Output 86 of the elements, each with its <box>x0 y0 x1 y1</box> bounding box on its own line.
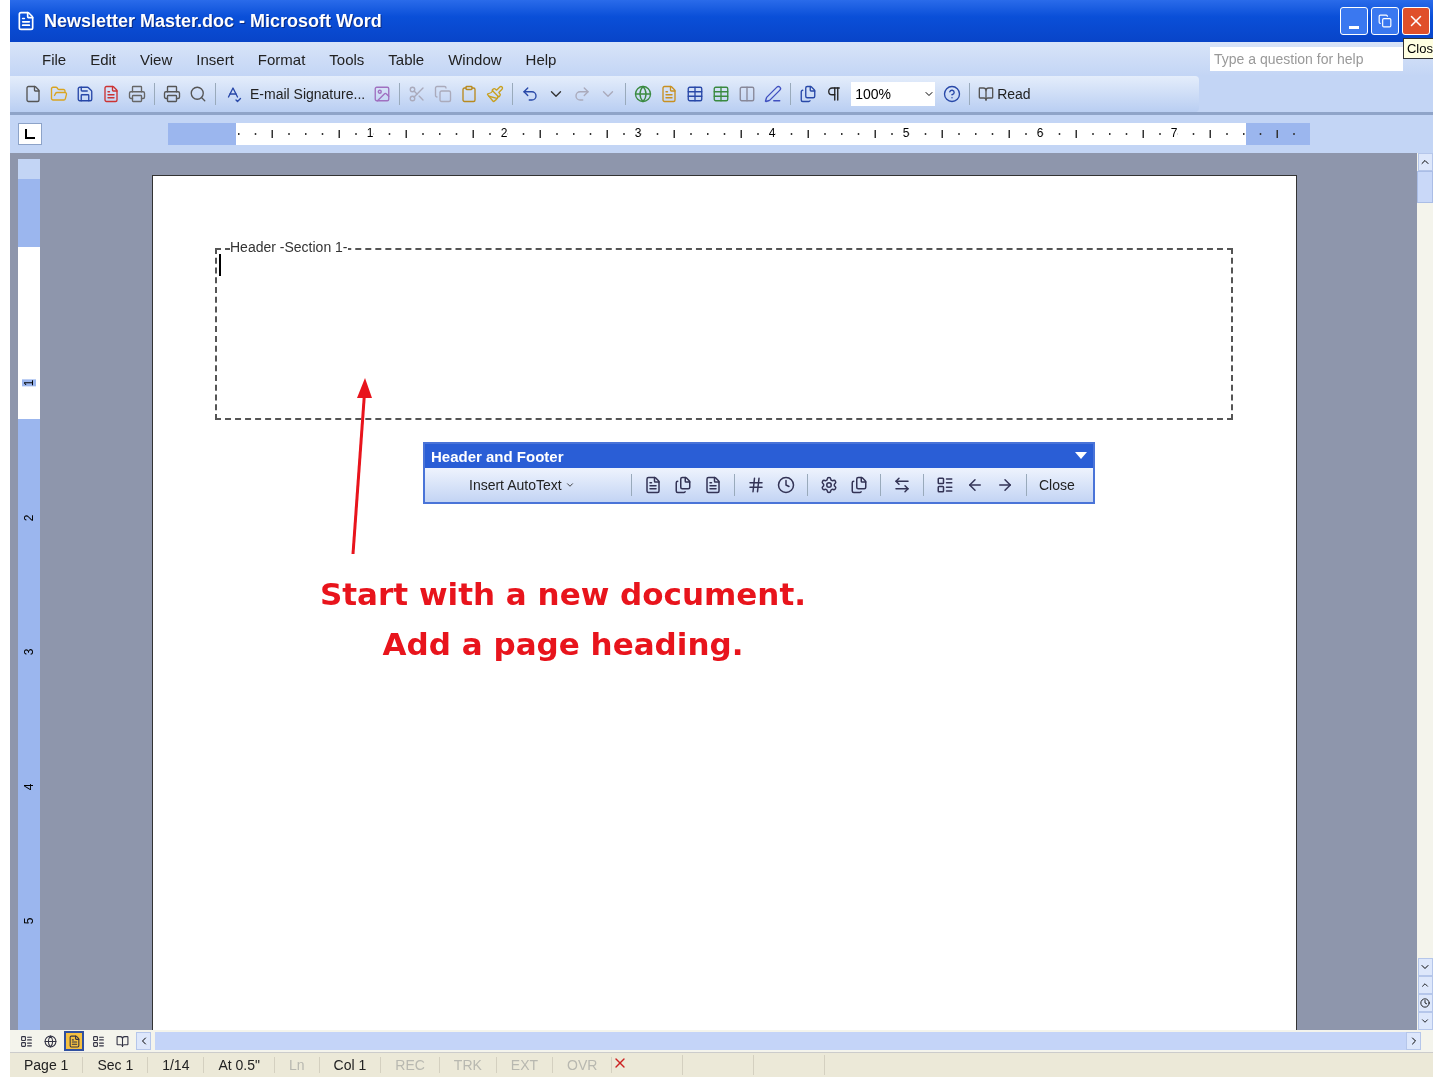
previous-icon[interactable] <box>966 476 984 494</box>
annotation-text: Add a page heading. <box>382 626 744 662</box>
ruler-number: 1 <box>366 126 374 140</box>
page-count-icon[interactable] <box>674 476 692 494</box>
ruler-number: 2 <box>500 126 508 140</box>
link-icon[interactable] <box>893 476 911 494</box>
scroll-left-button[interactable] <box>136 1032 151 1050</box>
format-page-icon[interactable] <box>704 476 722 494</box>
new-document-icon[interactable] <box>24 85 42 103</box>
menu-item[interactable]: Format <box>245 50 318 68</box>
menu-item[interactable]: View <box>128 50 185 68</box>
zoom-field[interactable]: 100% <box>851 82 936 106</box>
normal-view-icon <box>19 1034 33 1048</box>
chevron-down-icon <box>1420 1016 1430 1026</box>
restore-button[interactable] <box>1371 7 1399 35</box>
text-cursor <box>219 254 221 276</box>
disk-icon[interactable] <box>76 85 94 103</box>
ruler-number: 4 <box>768 126 776 140</box>
help-field[interactable]: Type a question for help <box>1210 47 1403 71</box>
browse-object-button[interactable] <box>1417 994 1433 1012</box>
page-number-icon[interactable] <box>644 476 662 494</box>
menu-item[interactable]: Window <box>436 50 514 68</box>
minimize-icon <box>1349 25 1359 29</box>
menu-item[interactable]: File <box>30 50 79 68</box>
scroll-down-button[interactable] <box>1417 958 1433 976</box>
tab-selector[interactable] <box>18 123 42 145</box>
tooltip: Clos <box>1403 38 1433 59</box>
ruler-number: 5 <box>902 126 910 140</box>
ruler-number: 5 <box>22 917 36 925</box>
table-icon[interactable] <box>686 85 705 103</box>
status-item: Col 1 <box>319 1057 382 1073</box>
print-view-button[interactable] <box>64 1031 84 1051</box>
globe-icon[interactable] <box>634 85 653 103</box>
columns-icon[interactable] <box>738 85 757 103</box>
caret-icon <box>564 480 575 490</box>
outline-view-icon <box>91 1034 105 1048</box>
table-icon[interactable] <box>712 85 731 103</box>
next-icon[interactable] <box>996 476 1014 494</box>
page-setup-icon[interactable] <box>820 476 838 494</box>
undo-icon[interactable] <box>521 85 540 103</box>
restore-icon <box>1378 14 1392 28</box>
web-view-icon <box>43 1034 57 1048</box>
status-item: At 0.5" <box>204 1057 275 1073</box>
clock-icon[interactable] <box>777 476 795 494</box>
ruler-number: 3 <box>22 648 36 656</box>
header-label: Header -Section 1- <box>230 239 348 255</box>
toolbar-title: Header and Footer <box>431 447 564 465</box>
chevron-up-icon <box>1420 980 1430 990</box>
printer-icon[interactable] <box>128 85 146 103</box>
scroll-right-button[interactable] <box>1406 1032 1421 1050</box>
document-icon[interactable] <box>102 85 120 103</box>
close-toolbar-button[interactable]: Close <box>1039 477 1075 493</box>
ruler-number: 7 <box>1170 126 1178 140</box>
status-item: Sec 1 <box>83 1057 149 1073</box>
ruler-number: 6 <box>1036 126 1044 140</box>
ruler-number: 2 <box>22 514 36 521</box>
status-item: Page 1 <box>10 1057 84 1073</box>
book-icon <box>978 86 995 102</box>
reading-view-icon <box>115 1034 129 1048</box>
window-title: Newsletter Master.doc - Microsoft Word <box>44 10 383 32</box>
read-button[interactable]: Read <box>978 86 1031 102</box>
scroll-thumb[interactable] <box>1417 171 1433 203</box>
close-button[interactable] <box>1402 7 1430 35</box>
dropdown-icon[interactable] <box>1075 452 1087 460</box>
print-view-icon <box>67 1034 81 1048</box>
annotation-text: Start with a new document. <box>319 576 807 612</box>
drawing-icon[interactable] <box>764 85 783 103</box>
signature-button[interactable]: E-mail Signature... <box>250 86 366 102</box>
status-item: 1/14 <box>148 1057 205 1073</box>
autotext-button[interactable]: Insert AutoText <box>469 477 619 493</box>
menu-item[interactable]: Table <box>376 50 437 68</box>
help-icon[interactable] <box>943 85 962 103</box>
word-icon <box>16 11 36 31</box>
scroll-up-button[interactable] <box>1417 153 1433 171</box>
menu-item[interactable]: Insert <box>184 50 246 68</box>
minimize-button[interactable] <box>1340 7 1368 35</box>
printer-icon[interactable] <box>163 85 181 103</box>
ruler-number: 3 <box>634 126 642 140</box>
ruler-number: 4 <box>22 783 36 790</box>
menu-item[interactable]: Help <box>513 50 569 68</box>
horizontal-scrollbar[interactable] <box>155 1032 1421 1050</box>
preview-icon[interactable] <box>189 85 207 103</box>
ruler-number: 1 <box>22 379 36 387</box>
clipboard-icon[interactable] <box>460 85 479 103</box>
menu-item[interactable]: Tools <box>317 50 377 68</box>
menu-item[interactable]: Edit <box>78 50 129 68</box>
